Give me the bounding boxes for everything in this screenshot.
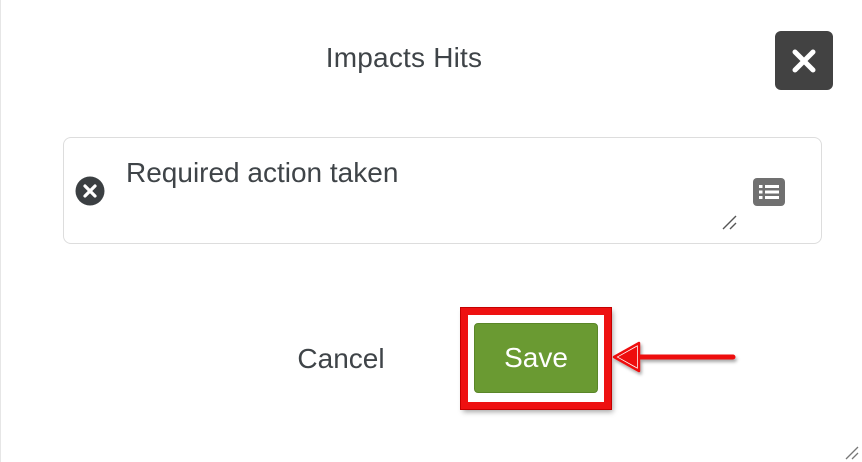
close-x-icon: [792, 49, 816, 72]
cancel-button[interactable]: Cancel: [281, 336, 401, 382]
dialog-title: Impacts Hits: [325, 42, 483, 73]
pointer-arrow-icon: [612, 341, 736, 373]
save-button[interactable]: Save: [474, 323, 598, 393]
close-button[interactable]: [775, 31, 833, 90]
action-textarea[interactable]: Required action taken: [126, 156, 726, 190]
impacts-hits-dialog: Impacts Hits Required action taken Cance…: [0, 0, 862, 462]
resize-grip-icon[interactable]: [720, 213, 738, 231]
clear-circle-x-icon[interactable]: [75, 176, 105, 206]
dialog-resize-grip-icon[interactable]: [843, 444, 859, 460]
list-icon[interactable]: [752, 177, 786, 207]
action-text-field: Required action taken: [63, 137, 822, 244]
